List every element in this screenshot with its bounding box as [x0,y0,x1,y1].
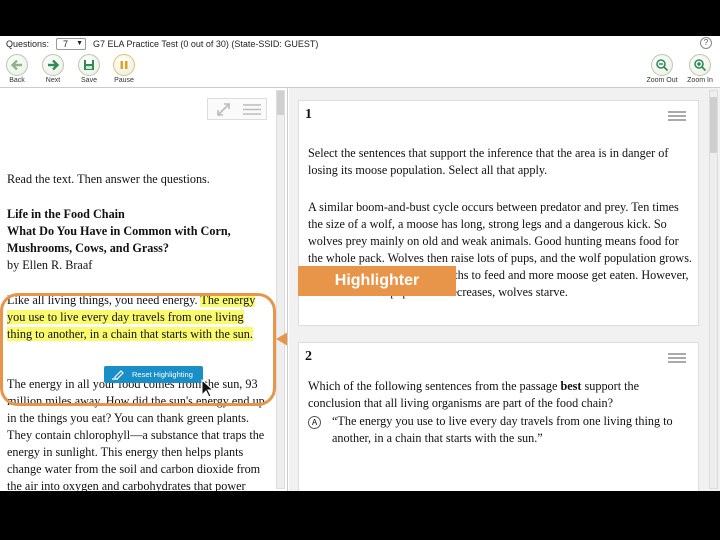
question-menu-icon[interactable] [668,353,686,363]
zoom-in-icon [689,54,711,76]
option-a-radio[interactable]: A [308,416,321,429]
passage-instructions: Read the text. Then answer the questions… [7,172,210,186]
zoom-in-button[interactable]: Zoom In [683,54,717,84]
option-a-text[interactable]: “The energy you use to live every day tr… [332,413,692,447]
save-button[interactable]: Save [72,54,106,84]
next-label: Next [45,77,61,84]
questions-label: Questions: [6,39,50,49]
highlight-callout-frame [0,293,276,406]
passage-subtitle: What Do You Have in Common with Corn, Mu… [7,224,231,255]
reset-highlighting-label: Reset Highlighting [132,370,193,379]
pause-button[interactable]: Pause [107,54,141,84]
save-label: Save [81,77,97,84]
question-prompt: Which of the following sentences from th… [308,378,694,412]
mouse-cursor-icon [201,379,214,398]
zoom-in-label: Zoom In [687,77,713,84]
test-title: G7 ELA Practice Test (0 out of 30) (Stat… [93,39,319,49]
zoom-out-label: Zoom Out [646,77,678,84]
next-arrow-icon [42,54,64,76]
help-button[interactable]: ? [700,37,712,49]
passage-tools [207,98,267,120]
prompt-text: Which of the following sentences from th… [308,379,561,393]
callout-arrow [276,326,287,352]
pause-label: Pause [114,77,134,84]
highlighter-pen-icon [112,370,124,380]
highlighter-callout-label: Highlighter [298,266,456,296]
questions-scrollbar[interactable] [709,90,718,489]
question-number: 7 [63,39,69,49]
passage-scroll-thumb[interactable] [277,91,284,115]
toolbar: Back Next Save Pause Zoom Out Zoom In [0,52,720,88]
passage-title: Life in the Food Chain [7,207,125,221]
zoom-out-button[interactable]: Zoom Out [645,54,679,84]
save-disk-icon [78,54,100,76]
questions-scroll-thumb[interactable] [710,97,717,153]
question-menu-icon[interactable] [668,111,686,121]
reset-highlighting-button[interactable]: Reset Highlighting [104,366,203,383]
expand-icon[interactable] [216,102,231,117]
question-card-2: 2 Which of the following sentences from … [298,342,699,491]
prompt-emphasis: best [560,379,582,393]
pause-icon [113,54,135,76]
back-button[interactable]: Back [0,54,34,84]
info-bar: Questions: 7 ▼ G7 ELA Practice Test (0 o… [0,36,720,52]
question-select[interactable]: 7 ▼ [56,38,86,50]
next-button[interactable]: Next [36,54,70,84]
passage-scrollbar[interactable] [276,90,285,489]
chevron-down-icon: ▼ [76,40,83,47]
back-arrow-icon [6,54,28,76]
test-app: Questions: 7 ▼ G7 ELA Practice Test (0 o… [0,36,720,491]
passage-byline: by Ellen R. Braaf [7,258,93,272]
back-label: Back [9,77,25,84]
passage-menu-icon[interactable] [242,103,262,116]
zoom-out-icon [651,54,673,76]
question-prompt: Select the sentences that support the in… [308,146,669,177]
question-number: 2 [305,349,312,364]
help-icon: ? [703,38,709,47]
passage-pane: Read the text. Then answer the questions… [0,88,288,491]
question-number: 1 [305,107,312,122]
